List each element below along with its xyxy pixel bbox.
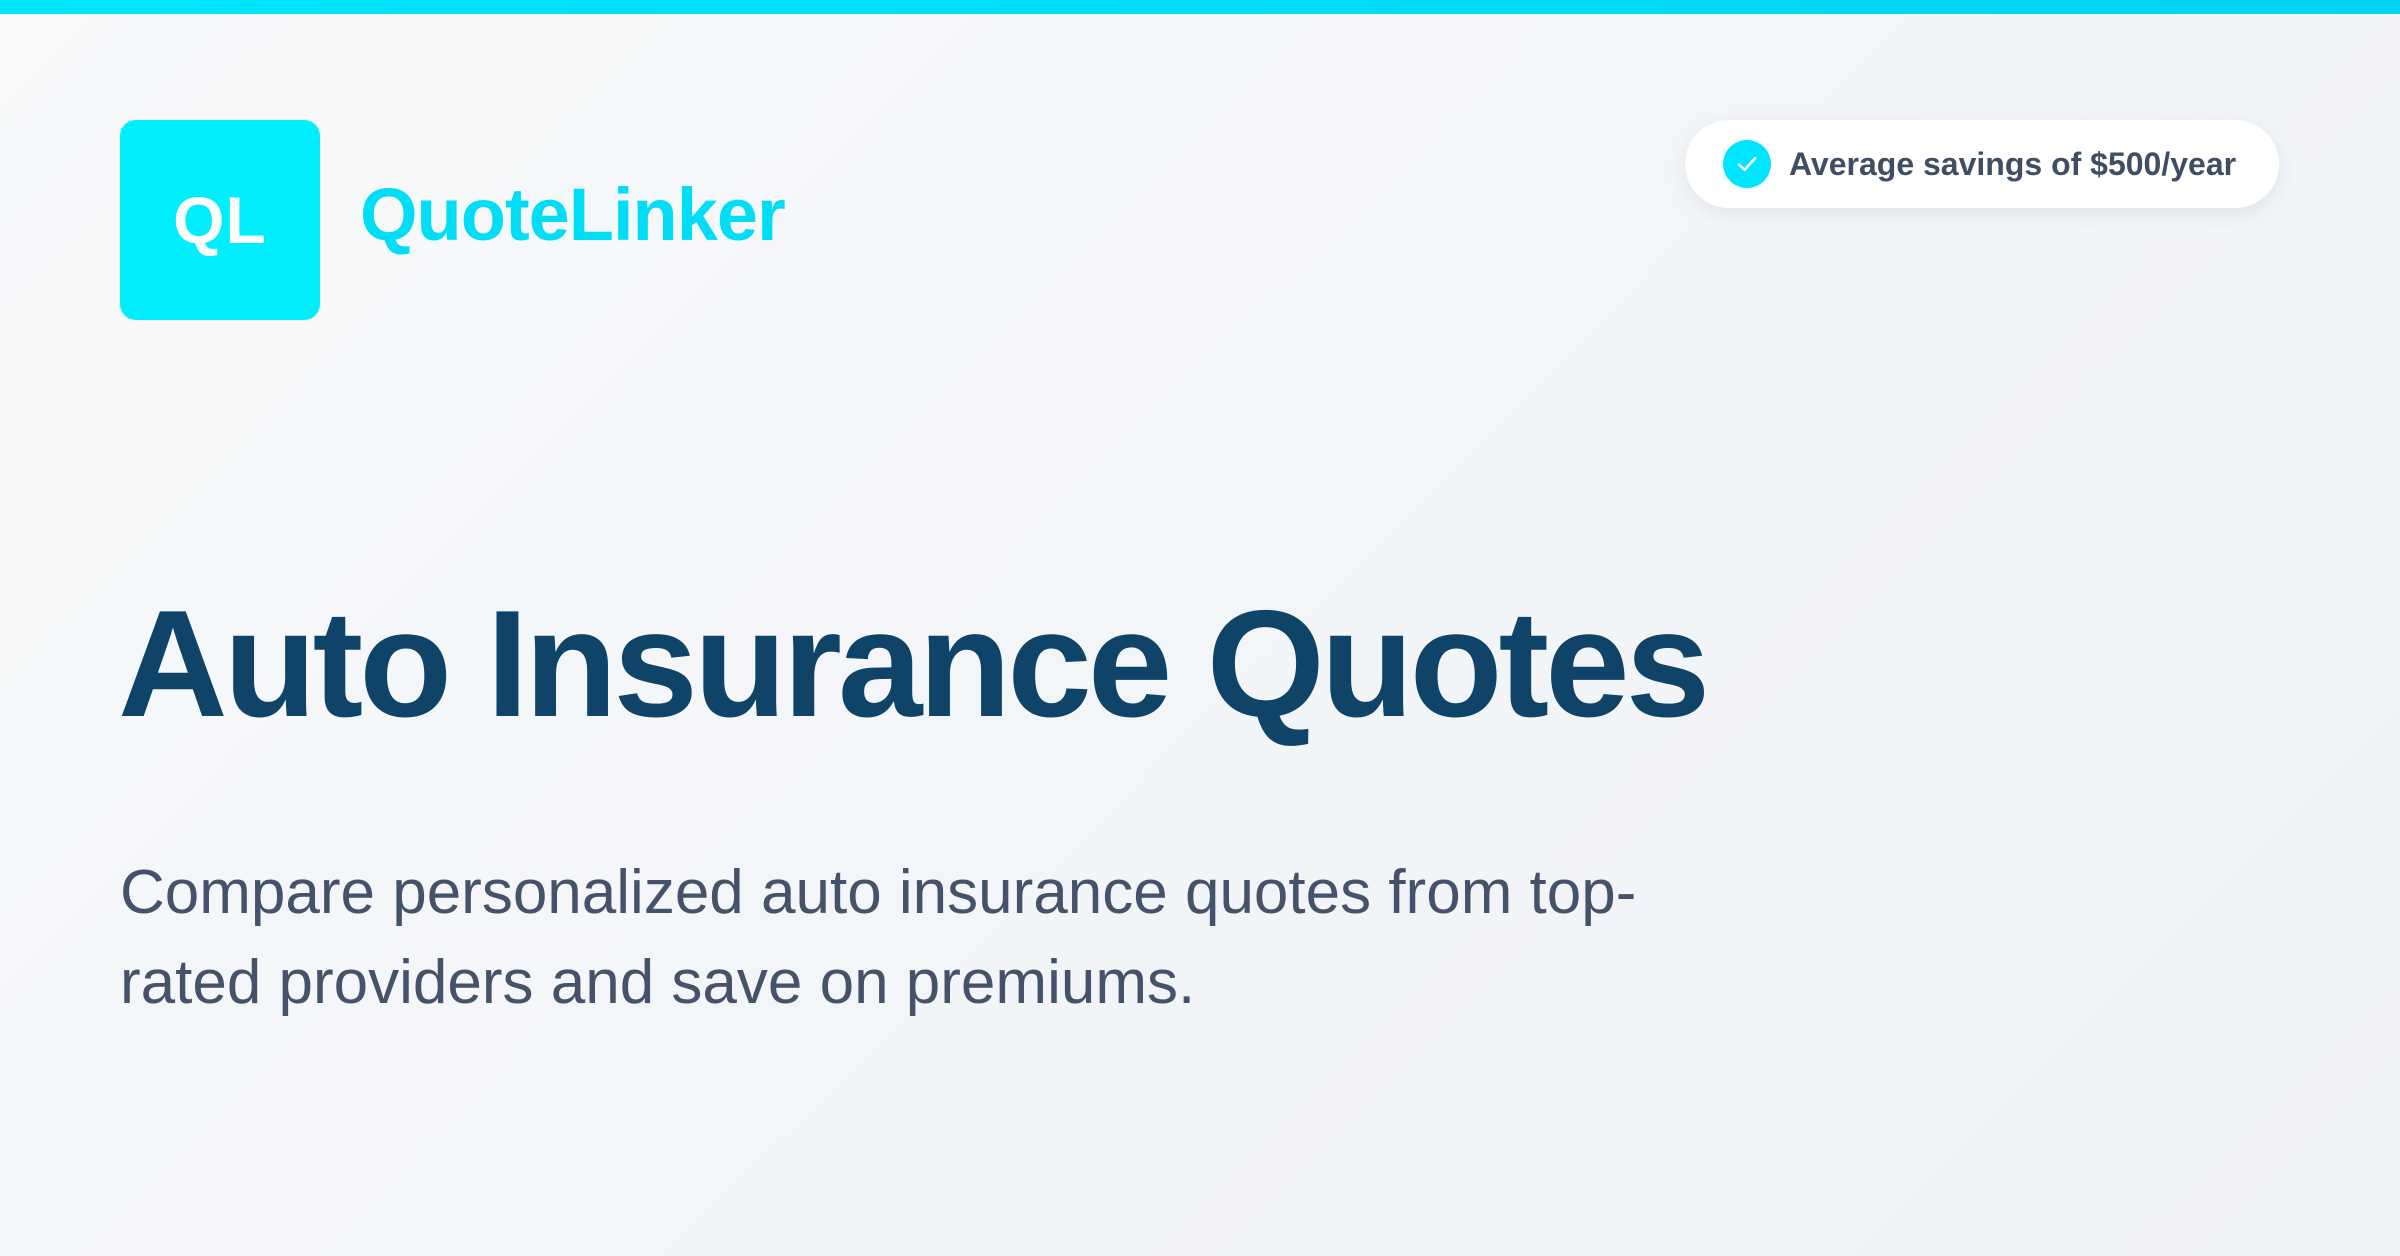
- logo-badge: QL: [120, 120, 320, 320]
- savings-badge-text: Average savings of $500/year: [1789, 145, 2237, 182]
- logo-initials: QL: [173, 183, 267, 257]
- savings-badge: Average savings of $500/year: [1685, 120, 2279, 208]
- top-accent-bar: [0, 0, 2400, 14]
- brand-name: QuoteLinker: [360, 173, 786, 256]
- page-subtitle: Compare personalized auto insurance quot…: [120, 858, 1637, 1017]
- page-title: Auto Insurance Quotes: [118, 579, 1710, 749]
- check-circle-icon: [1723, 140, 1771, 188]
